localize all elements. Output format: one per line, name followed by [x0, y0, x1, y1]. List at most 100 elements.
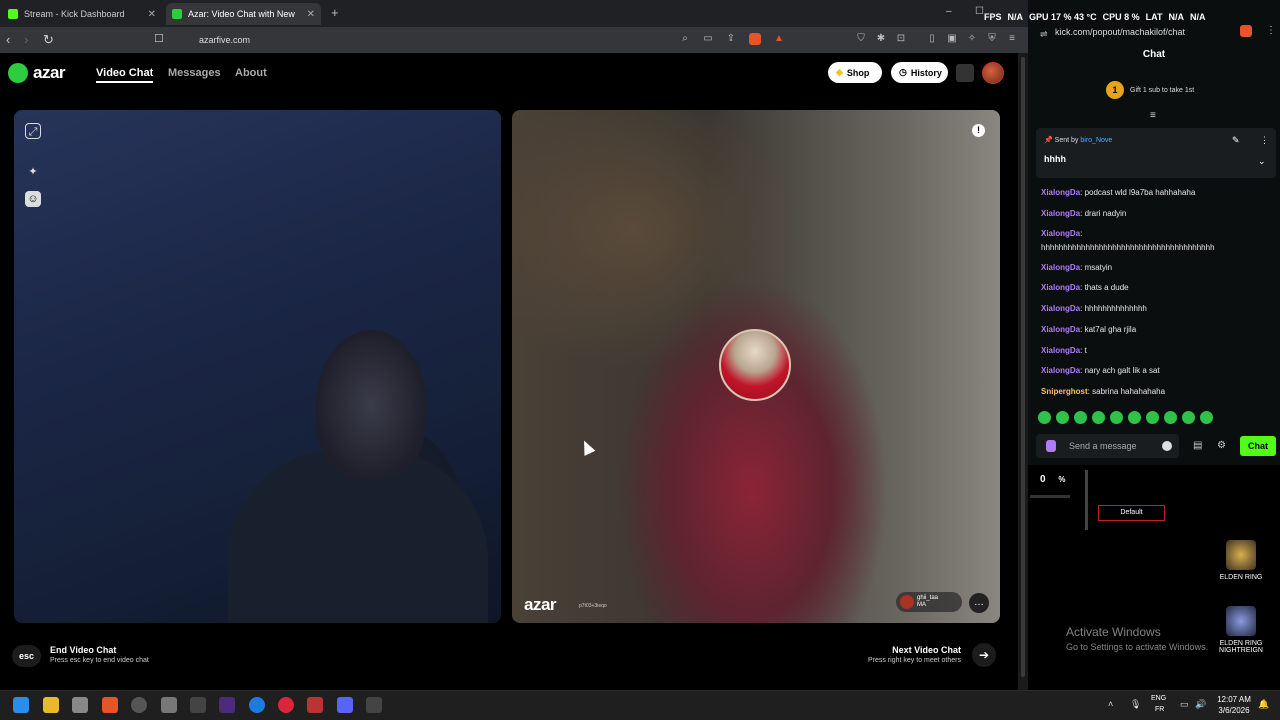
- file-explorer-icon[interactable]: [43, 697, 59, 713]
- face-filter-icon[interactable]: ☺: [25, 191, 41, 207]
- keyboard-layout[interactable]: FR: [1155, 706, 1164, 713]
- tab-kick-dashboard[interactable]: Stream - Kick Dashboard ✕: [2, 3, 162, 25]
- brave-rewards-icon[interactable]: ▲: [773, 33, 785, 45]
- app-g2-icon[interactable]: [366, 697, 382, 713]
- emote-icon[interactable]: [1182, 411, 1195, 424]
- chevron-down-icon[interactable]: ⌄: [1258, 156, 1266, 167]
- extensions-icon[interactable]: ✱: [875, 33, 887, 45]
- emote-icon[interactable]: [1092, 411, 1105, 424]
- back-icon[interactable]: ‹: [6, 32, 10, 47]
- shop-button[interactable]: ◆ Shop: [828, 62, 882, 83]
- sidebar-icon[interactable]: ▯: [926, 33, 938, 45]
- magic-wand-icon[interactable]: ✦: [25, 164, 41, 180]
- gift-count-badge: 1: [1106, 81, 1124, 99]
- next-chat-button[interactable]: ➔: [972, 643, 996, 667]
- volume-icon[interactable]: 🔊: [1195, 699, 1206, 710]
- reload-icon[interactable]: ↻: [43, 32, 54, 48]
- tab-azar[interactable]: Azar: Video Chat with New Pe ✕: [166, 3, 321, 25]
- wallet-icon[interactable]: ▣: [946, 33, 958, 45]
- windows-start-icon[interactable]: [13, 697, 29, 713]
- nav-video-chat[interactable]: Video Chat: [96, 67, 154, 83]
- default-preset-button[interactable]: Default: [1098, 505, 1165, 521]
- emote-icon[interactable]: [1056, 411, 1069, 424]
- chat-url[interactable]: kick.com/popout/machakilof/chat: [1055, 27, 1185, 37]
- app-red-icon[interactable]: [307, 697, 323, 713]
- volume-slider[interactable]: [1030, 495, 1070, 498]
- gift-sub-banner[interactable]: 1 Gift 1 sub to take 1st: [1106, 81, 1194, 99]
- brave-shield-icon[interactable]: [749, 33, 761, 45]
- unpin-icon[interactable]: ✎: [1232, 135, 1240, 146]
- nzxt-icon[interactable]: [219, 697, 235, 713]
- chat-message: XialongDa: t: [1041, 346, 1087, 355]
- minimize-icon[interactable]: –: [946, 6, 952, 17]
- tray-chevron-icon[interactable]: ˄: [1108, 699, 1113, 709]
- app-g-icon[interactable]: [190, 697, 206, 713]
- emote-icon[interactable]: [1038, 411, 1051, 424]
- search-icon[interactable]: ⌕: [679, 33, 691, 45]
- language-indicator[interactable]: ENG: [1151, 695, 1166, 702]
- azar-icon: [172, 9, 182, 19]
- menu-icon[interactable]: ≡: [1006, 33, 1018, 45]
- microphone-icon[interactable]: [1046, 440, 1056, 452]
- chat-message-input[interactable]: Send a message: [1036, 434, 1179, 458]
- gta-icon[interactable]: [278, 697, 294, 713]
- cast-icon[interactable]: ▭: [702, 33, 714, 45]
- tab-title: Azar: Video Chat with New Pe: [188, 9, 298, 19]
- message-icon[interactable]: …: [969, 593, 989, 613]
- chat-message-continuation: hhhhhhhhhhhhhhhhhhhhhhhhhhhhhhhhhhhhhhh: [1041, 243, 1215, 252]
- new-tab-button[interactable]: +: [331, 5, 339, 20]
- menu-icon[interactable]: ⋮: [1266, 25, 1276, 36]
- profile-avatar[interactable]: [982, 62, 1004, 84]
- extension-shield-icon[interactable]: ⛉: [855, 33, 867, 45]
- partner-country: MA: [917, 602, 926, 608]
- emote-icon[interactable]: [1074, 411, 1087, 424]
- azar-logo[interactable]: azar: [8, 63, 66, 83]
- emote-icon[interactable]: [1200, 411, 1213, 424]
- share-icon[interactable]: ⇪: [725, 33, 737, 45]
- history-button[interactable]: ◷ History: [891, 62, 948, 83]
- desktop-icon-elden-ring[interactable]: ELDEN RING: [1216, 540, 1266, 581]
- app-blue-icon[interactable]: [249, 697, 265, 713]
- emote-icon[interactable]: [1146, 411, 1159, 424]
- partner-profile-tag[interactable]: ghii_taa MA: [896, 592, 962, 612]
- clock-date[interactable]: 3/6/2026: [1214, 706, 1254, 715]
- notification-icon[interactable]: 🔔: [1258, 699, 1269, 710]
- gear-icon[interactable]: ⚙: [1217, 440, 1226, 451]
- lock-icon: ⇌: [1040, 29, 1048, 39]
- emoji-icon[interactable]: [1162, 441, 1172, 451]
- chat-message: Sniperghost: sabrina hahahahaha: [1041, 387, 1166, 396]
- gift-icon[interactable]: ▤: [1193, 440, 1202, 451]
- clock-time[interactable]: 12:07 AM: [1214, 695, 1254, 704]
- emote-icon[interactable]: [1110, 411, 1123, 424]
- obs-icon[interactable]: [131, 697, 147, 713]
- steam-icon[interactable]: [161, 697, 177, 713]
- report-icon[interactable]: !: [972, 124, 985, 137]
- expand-icon[interactable]: ⤢: [25, 123, 41, 139]
- vpn-icon[interactable]: ⛨: [986, 33, 998, 45]
- chat-message: XialongDa: msatyin: [1041, 263, 1113, 272]
- nav-about[interactable]: About: [235, 67, 267, 79]
- brave-shield-icon[interactable]: [1240, 25, 1252, 37]
- mic-tray-icon[interactable]: 🎙: [1130, 699, 1141, 710]
- close-tab-icon[interactable]: ✕: [148, 9, 156, 20]
- nav-messages[interactable]: Messages: [168, 67, 221, 79]
- more-icon[interactable]: ⋮: [1260, 135, 1269, 146]
- close-tab-icon[interactable]: ✕: [307, 9, 315, 20]
- bookmark-icon[interactable]: ☐: [154, 32, 164, 45]
- filter-icon[interactable]: ≡: [1150, 110, 1156, 121]
- maximize-icon[interactable]: ☐: [975, 6, 984, 17]
- forward-icon[interactable]: ›: [24, 32, 28, 47]
- desktop-icon-nightreign[interactable]: ELDEN RING NIGHTREIGN: [1216, 606, 1266, 654]
- emote-icon[interactable]: [1164, 411, 1177, 424]
- store-icon[interactable]: [72, 697, 88, 713]
- network-icon[interactable]: ▭: [1180, 699, 1189, 710]
- esc-key-button[interactable]: esc: [12, 645, 41, 667]
- leo-ai-icon[interactable]: ✧: [966, 33, 978, 45]
- inbox-icon[interactable]: [956, 64, 974, 82]
- brave-browser-icon[interactable]: [102, 697, 118, 713]
- emote-icon[interactable]: [1128, 411, 1141, 424]
- send-chat-button[interactable]: Chat: [1240, 436, 1276, 456]
- screenshot-icon[interactable]: ⊡: [895, 33, 907, 45]
- page-scrollbar[interactable]: [1018, 53, 1028, 690]
- discord-icon[interactable]: [337, 697, 353, 713]
